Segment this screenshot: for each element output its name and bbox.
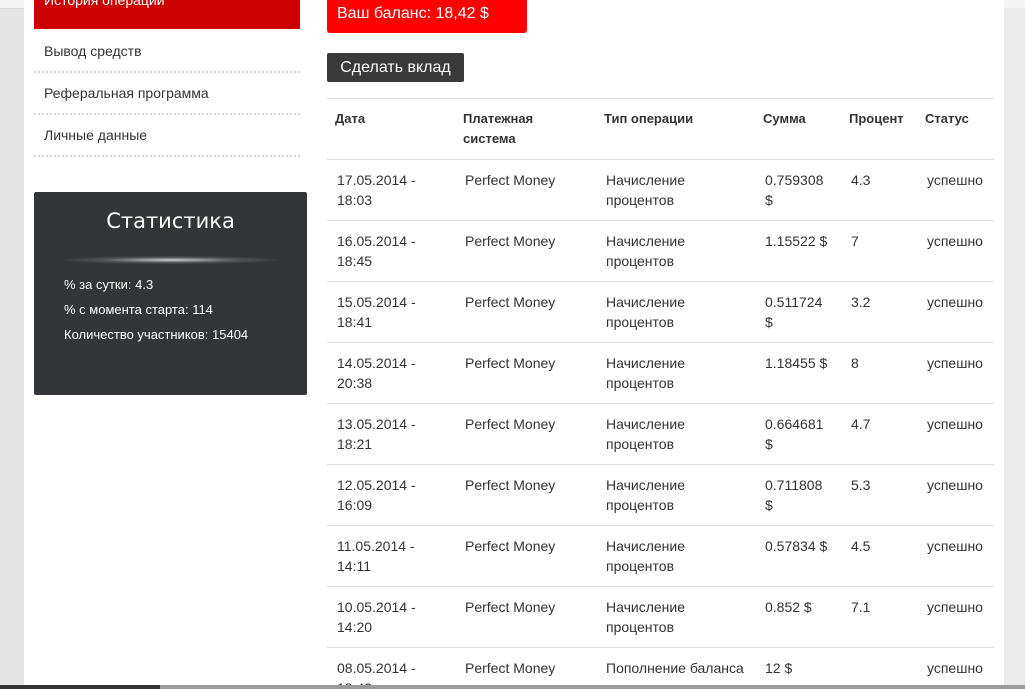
cell-system: Perfect Money [455, 403, 596, 465]
sidebar-item-withdraw[interactable]: Вывод средств [34, 31, 300, 73]
cell-amount: 1.18455 $ [755, 342, 841, 404]
header-amount: Сумма [755, 98, 841, 160]
cell-amount: 0.759308 $ [755, 159, 841, 221]
cell-date: 16.05.2014 - 18:45 [327, 220, 455, 282]
cell-status: успешно [917, 220, 994, 282]
cell-status: успешно [917, 525, 994, 587]
cell-date: 13.05.2014 - 18:21 [327, 403, 455, 465]
table-row: 16.05.2014 - 18:45 Perfect Money Начисле… [327, 220, 994, 282]
table-row: 10.05.2014 - 14:20 Perfect Money Начисле… [327, 586, 994, 648]
stats-lines: % за сутки: 4.3 % с момента старта: 114 … [64, 272, 248, 347]
table-row: 12.05.2014 - 16:09 Perfect Money Начисле… [327, 464, 994, 526]
cell-date: 11.05.2014 - 14:11 [327, 525, 455, 587]
cell-date: 14.05.2014 - 20:38 [327, 342, 455, 404]
cell-system: Perfect Money [455, 220, 596, 282]
sidebar-item-referral[interactable]: Реферальная программа [34, 73, 300, 115]
cell-system: Perfect Money [455, 159, 596, 221]
stats-divider [64, 256, 277, 264]
table-row: 13.05.2014 - 18:21 Perfect Money Начисле… [327, 403, 994, 465]
cell-status: успешно [917, 281, 994, 343]
sidebar: История операций Вывод средств Реферальн… [34, 0, 307, 395]
cell-amount: 0.664681 $ [755, 403, 841, 465]
header-date: Дата [327, 98, 455, 160]
sidebar-item-personal[interactable]: Личные данные [34, 115, 300, 157]
table-row: 14.05.2014 - 20:38 Perfect Money Начисле… [327, 342, 994, 404]
stats-title: Статистика [106, 209, 235, 233]
cell-type: Пополнение баланса [596, 647, 755, 685]
cell-percent: 3.2 [841, 281, 917, 343]
cell-type: Начисление процентов [596, 159, 755, 221]
cell-amount: 12 $ [755, 647, 841, 685]
sidebar-item-history[interactable]: История операций [34, 0, 300, 29]
sidebar-item-label: История операций [44, 0, 165, 8]
cell-type: Начисление процентов [596, 525, 755, 587]
cell-amount: 0.511724 $ [755, 281, 841, 343]
cell-percent: 4.3 [841, 159, 917, 221]
sidebar-item-label: Реферальная программа [44, 85, 209, 101]
header-status: Статус [917, 98, 994, 160]
cell-status: успешно [917, 586, 994, 648]
table-row: 15.05.2014 - 18:41 Perfect Money Начисле… [327, 281, 994, 343]
page-scrollbar[interactable] [1004, 8, 1025, 685]
balance-badge: Ваш баланс: 18,42 $ [327, 0, 527, 33]
cell-system: Perfect Money [455, 464, 596, 526]
stats-panel: Статистика % за сутки: 4.3 % с момента с… [34, 192, 307, 395]
cell-system: Perfect Money [455, 342, 596, 404]
cell-type: Начисление процентов [596, 586, 755, 648]
cell-percent: 7 [841, 220, 917, 282]
cell-system: Perfect Money [455, 525, 596, 587]
table-header-row: Дата Платежная система Тип операции Сумм… [327, 98, 994, 160]
cell-percent: 4.7 [841, 403, 917, 465]
cell-percent: 4.5 [841, 525, 917, 587]
cell-status: успешно [917, 159, 994, 221]
cell-status: успешно [917, 403, 994, 465]
operations-table: Дата Платежная система Тип операции Сумм… [327, 98, 994, 685]
cell-amount: 0.57834 $ [755, 525, 841, 587]
cell-type: Начисление процентов [596, 342, 755, 404]
cell-status: успешно [917, 647, 994, 685]
cell-system: Perfect Money [455, 586, 596, 648]
cell-type: Начисление процентов [596, 281, 755, 343]
table-row: 11.05.2014 - 14:11 Perfect Money Начисле… [327, 525, 994, 587]
cell-status: успешно [917, 464, 994, 526]
cell-type: Начисление процентов [596, 403, 755, 465]
page-content: История операций Вывод средств Реферальн… [24, 0, 1004, 685]
cell-type: Начисление процентов [596, 220, 755, 282]
bottom-bar-dark-segment [0, 685, 160, 689]
cell-percent: 7.1 [841, 586, 917, 648]
cell-date: 08.05.2014 - 18:42 [327, 647, 455, 685]
cell-date: 10.05.2014 - 14:20 [327, 586, 455, 648]
header-percent: Процент [841, 98, 917, 160]
bottom-bar [0, 685, 1025, 689]
cell-percent: 8 [841, 342, 917, 404]
sidebar-menu: История операций Вывод средств Реферальн… [34, 0, 300, 157]
cell-amount: 0.711808 $ [755, 464, 841, 526]
cell-date: 12.05.2014 - 16:09 [327, 464, 455, 526]
sidebar-item-label: Вывод средств [44, 43, 142, 59]
cell-system: Perfect Money [455, 647, 596, 685]
header-operation-type: Тип операции [596, 98, 755, 160]
header-payment-system: Платежная система [455, 98, 596, 160]
table-row: 17.05.2014 - 18:03 Perfect Money Начисле… [327, 159, 994, 221]
cell-amount: 1.15522 $ [755, 220, 841, 282]
stats-daily: % за сутки: 4.3 [64, 277, 154, 292]
deposit-button[interactable]: Сделать вклад [327, 53, 464, 82]
cell-percent: 5.3 [841, 464, 917, 526]
stats-since-start: % с момента старта: 114 [64, 302, 213, 317]
cell-percent [841, 647, 917, 685]
cell-date: 17.05.2014 - 18:03 [327, 159, 455, 221]
stats-participants: Количество участников: 15404 [64, 327, 249, 342]
cell-type: Начисление процентов [596, 464, 755, 526]
cell-system: Perfect Money [455, 281, 596, 343]
cell-date: 15.05.2014 - 18:41 [327, 281, 455, 343]
cell-amount: 0.852 $ [755, 586, 841, 648]
sidebar-item-label: Личные данные [44, 127, 148, 143]
table-row: 08.05.2014 - 18:42 Perfect Money Пополне… [327, 647, 994, 685]
cell-status: успешно [917, 342, 994, 404]
